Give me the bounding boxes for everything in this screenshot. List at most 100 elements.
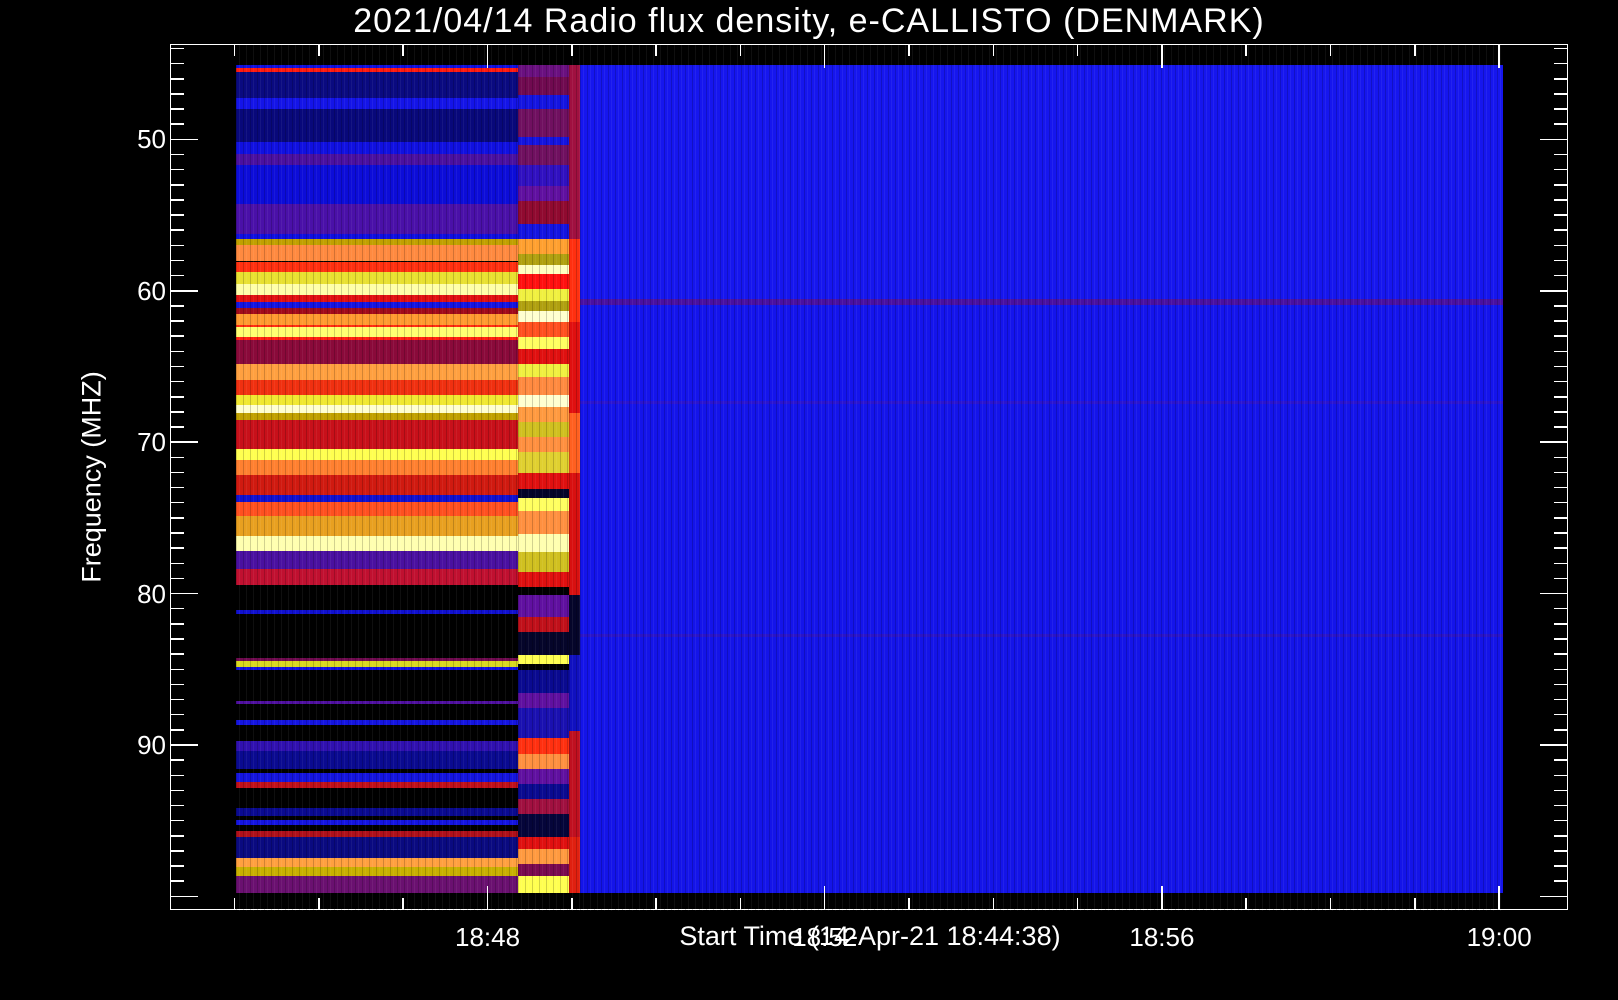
- y-minor-tick: [170, 471, 184, 474]
- frequency-band: [235, 420, 519, 450]
- frequency-band: [518, 94, 569, 109]
- frequency-band: [235, 474, 519, 495]
- y-major-tick: [170, 290, 198, 292]
- frequency-band: [518, 452, 569, 474]
- y-minor-tick: [170, 380, 184, 383]
- y-minor-tick: [170, 623, 184, 625]
- frequency-band: [568, 412, 580, 474]
- frequency-band: [235, 164, 519, 204]
- frequency-band: [235, 379, 519, 395]
- frequency-band: [235, 261, 519, 273]
- y-minor-tick: [170, 638, 184, 640]
- frequency-band: [568, 238, 580, 323]
- frequency-band: [568, 836, 580, 893]
- y-minor-tick: [1554, 804, 1568, 807]
- y-minor-tick: [1554, 168, 1568, 171]
- frequency-band: [579, 403, 1503, 634]
- y-minor-tick: [1554, 365, 1568, 368]
- x-minor-tick: [655, 898, 657, 910]
- frequency-band: [568, 730, 580, 837]
- y-minor-tick: [170, 184, 184, 186]
- y-tick-label: 80: [137, 578, 166, 609]
- y-major-tick: [1540, 592, 1568, 595]
- y-major-tick: [1540, 290, 1568, 292]
- frequency-band: [235, 502, 519, 516]
- y-minor-tick: [170, 804, 184, 807]
- frequency-band: [518, 144, 569, 165]
- y-major-tick: [170, 895, 198, 898]
- spectrogram-segment-1: [235, 45, 519, 911]
- y-minor-tick: [1554, 759, 1568, 761]
- frequency-band: [235, 535, 519, 551]
- y-minor-tick: [170, 108, 184, 110]
- y-minor-tick: [170, 577, 184, 580]
- x-minor-tick: [1414, 44, 1416, 56]
- frequency-band: [235, 741, 519, 751]
- x-minor-tick: [1245, 44, 1247, 56]
- y-minor-tick: [1554, 411, 1568, 413]
- frequency-band: [518, 632, 569, 656]
- y-minor-tick: [1554, 274, 1568, 277]
- y-minor-tick: [1554, 789, 1568, 792]
- frequency-band: [579, 304, 1503, 401]
- y-minor-tick: [1554, 865, 1568, 867]
- y-minor-tick: [1554, 850, 1568, 852]
- frequency-band: [518, 738, 569, 754]
- y-minor-tick: [1554, 638, 1568, 640]
- frequency-band: [235, 750, 519, 769]
- x-axis-label: Start Time (14-Apr-21 18:44:38): [679, 921, 1061, 951]
- y-minor-tick: [170, 168, 184, 171]
- y-minor-tick: [170, 683, 184, 686]
- y-minor-tick: [170, 562, 184, 565]
- frequency-band: [518, 768, 569, 784]
- x-minor-tick: [1076, 44, 1079, 56]
- frequency-band: [568, 473, 580, 595]
- frequency-band: [235, 449, 519, 460]
- frequency-band: [518, 473, 569, 489]
- y-minor-tick: [170, 365, 184, 368]
- frequency-band: [235, 284, 519, 295]
- frequency-band: [235, 294, 519, 303]
- y-minor-tick: [1554, 199, 1568, 201]
- frequency-band: [518, 497, 569, 512]
- frequency-band: [518, 655, 569, 665]
- x-minor-tick: [402, 44, 404, 56]
- x-minor-tick: [233, 898, 236, 910]
- x-minor-tick: [318, 898, 320, 910]
- y-minor-tick: [170, 229, 184, 231]
- x-major-tick: [1498, 886, 1500, 910]
- y-minor-tick: [170, 411, 184, 413]
- frequency-band: [518, 200, 569, 224]
- y-minor-tick: [1554, 668, 1568, 671]
- y-minor-tick: [170, 199, 184, 201]
- x-minor-tick: [318, 44, 320, 56]
- y-major-tick: [1540, 895, 1568, 898]
- y-minor-tick: [170, 835, 184, 837]
- frequency-band: [518, 376, 569, 395]
- y-minor-tick: [170, 456, 184, 459]
- y-minor-tick: [1554, 320, 1568, 322]
- y-minor-tick: [1554, 517, 1568, 519]
- y-minor-tick: [1554, 335, 1568, 337]
- frequency-band: [518, 692, 569, 709]
- frequency-band: [235, 724, 519, 742]
- y-minor-tick: [1554, 729, 1568, 731]
- frequency-band: [518, 264, 569, 274]
- y-minor-tick: [170, 653, 184, 655]
- frequency-band: [568, 655, 580, 731]
- y-minor-tick: [1554, 698, 1568, 701]
- y-major-tick: [1540, 441, 1568, 443]
- frequency-band: [518, 708, 569, 739]
- y-minor-tick: [1554, 683, 1568, 686]
- frequency-band: [235, 314, 519, 326]
- x-major-tick: [1498, 44, 1500, 68]
- x-minor-tick: [992, 898, 995, 910]
- frequency-band: [235, 108, 519, 142]
- frequency-band: [579, 636, 1503, 893]
- frequency-band: [518, 437, 569, 453]
- frequency-band: [235, 412, 519, 421]
- y-minor-tick: [1554, 471, 1568, 474]
- y-minor-tick: [1554, 350, 1568, 353]
- y-minor-tick: [170, 62, 184, 65]
- y-minor-tick: [1554, 123, 1568, 125]
